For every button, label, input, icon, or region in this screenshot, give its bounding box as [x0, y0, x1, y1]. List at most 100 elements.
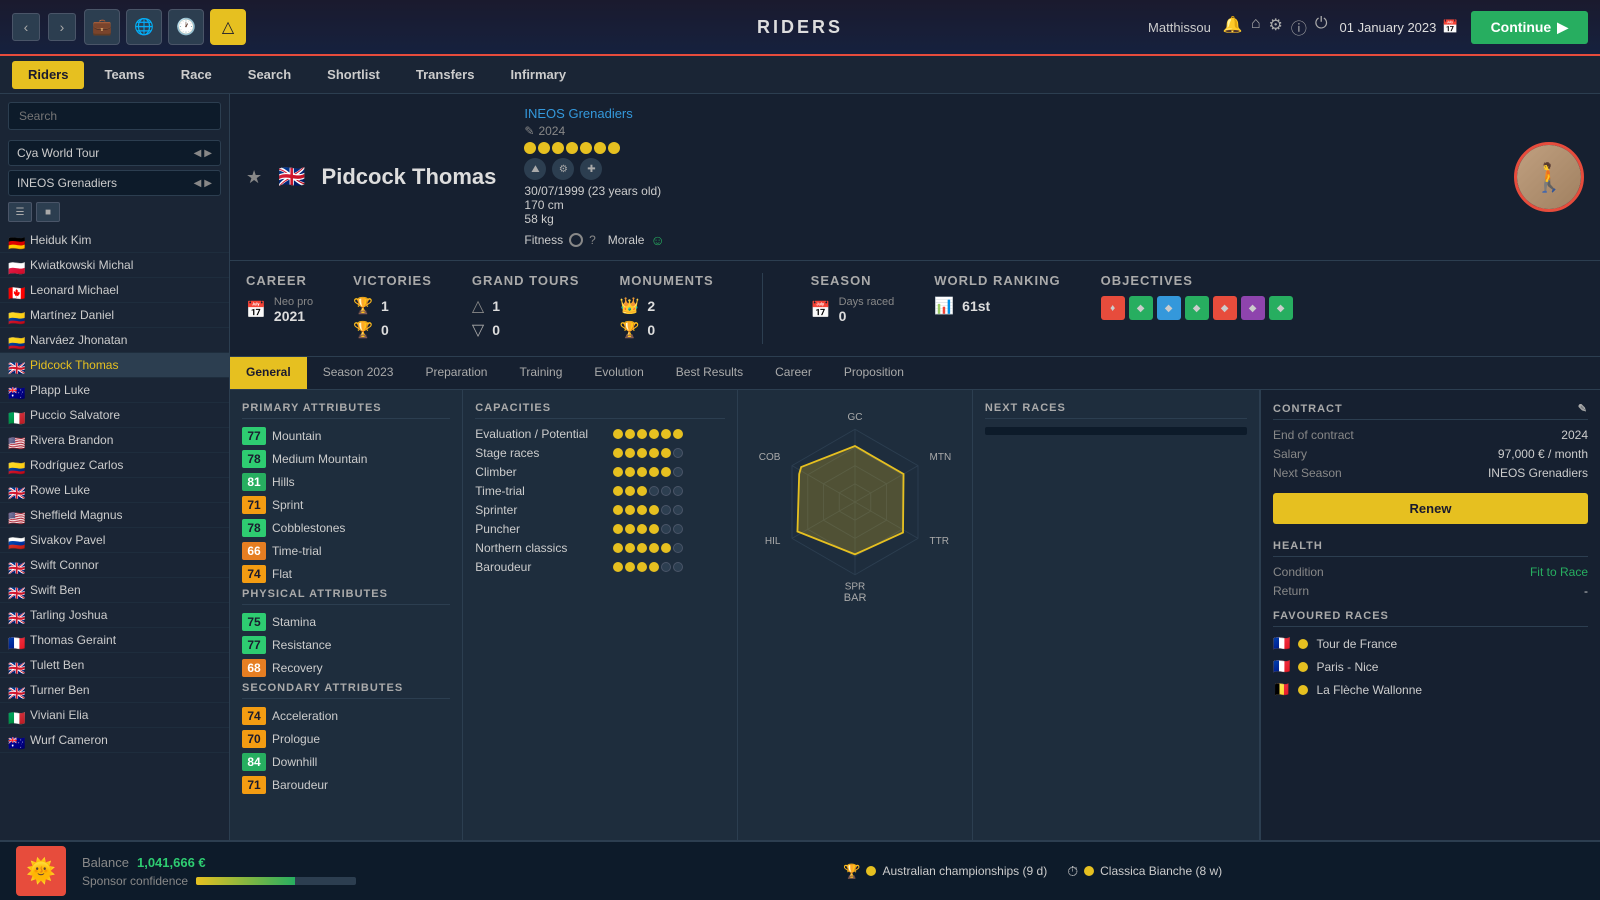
search-input[interactable] — [8, 102, 221, 130]
list-item[interactable]: 🇺🇸Sheffield Magnus — [0, 503, 229, 528]
rider-flag-icon: 🇨🇴 — [8, 460, 24, 471]
return-row: Return - — [1273, 584, 1588, 598]
gear-icon[interactable]: ⚙ — [1269, 15, 1283, 39]
content-tab-general[interactable]: General — [230, 357, 307, 389]
cyclist-icon[interactable]: △ — [210, 9, 246, 45]
attr-value: 74 — [242, 565, 266, 583]
attr-name: Cobblestones — [272, 521, 450, 535]
content-tab-season2023[interactable]: Season 2023 — [307, 357, 410, 389]
list-view-toggle[interactable]: ☰ — [8, 202, 32, 222]
nav-forward[interactable]: › — [48, 13, 76, 41]
calendar-icon[interactable]: 📅 — [1442, 19, 1458, 35]
capacity-dot — [625, 562, 635, 572]
rider-name: Turner Ben — [30, 683, 221, 697]
attr-row: 71Baroudeur — [242, 776, 450, 794]
list-item[interactable]: 🇬🇧Tulett Ben — [0, 653, 229, 678]
capacity-dot — [673, 505, 683, 515]
list-item[interactable]: 🇬🇧Swift Connor — [0, 553, 229, 578]
list-item[interactable]: 🇺🇸Rivera Brandon — [0, 428, 229, 453]
list-item[interactable]: 🇨🇴Martínez Daniel — [0, 303, 229, 328]
nav-back[interactable]: ‹ — [12, 13, 40, 41]
arrow-right-2-icon: ▶ — [204, 178, 212, 189]
trophy-2nd-icon: 🏆 — [353, 320, 373, 340]
race-name[interactable]: Tour de France — [1316, 637, 1397, 651]
clock-icon[interactable]: 🕐 — [168, 9, 204, 45]
attr-value: 70 — [242, 730, 266, 748]
globe-icon[interactable]: 🌐 — [126, 9, 162, 45]
tab-race[interactable]: Race — [165, 61, 228, 89]
list-item[interactable]: 🇬🇧Pidcock Thomas — [0, 353, 229, 378]
attr-row: 74Acceleration — [242, 707, 450, 725]
list-item[interactable]: 🇫🇷Thomas Geraint — [0, 628, 229, 653]
cap-name: Northern classics — [475, 541, 605, 555]
list-item[interactable]: 🇬🇧 Turner Ben — [0, 678, 229, 703]
attr-name: Time-trial — [272, 544, 450, 558]
list-item[interactable]: 🇨🇴Rodríguez Carlos — [0, 453, 229, 478]
cap-name: Time-trial — [475, 484, 605, 498]
attr-value: 66 — [242, 542, 266, 560]
tab-riders[interactable]: Riders — [12, 61, 84, 89]
rider-team-link[interactable]: INEOS Grenadiers — [524, 106, 632, 121]
page-title: RIDERS — [757, 17, 843, 38]
contract-edit-icon[interactable]: ✎ — [1578, 402, 1588, 415]
victories-1st: 1 — [381, 298, 389, 314]
list-item[interactable]: 🇨🇦Leonard Michael — [0, 278, 229, 303]
favorite-star-icon[interactable]: ★ — [246, 167, 262, 188]
bell-icon[interactable]: 🔔 — [1223, 15, 1243, 39]
rider-name: Puccio Salvatore — [30, 408, 221, 422]
list-item[interactable]: 🇷🇺Sivakov Pavel — [0, 528, 229, 553]
tab-search[interactable]: Search — [232, 61, 307, 89]
race-name[interactable]: Paris - Nice — [1316, 660, 1378, 674]
attr-row: 81Hills — [242, 473, 450, 491]
content-tab-preparation[interactable]: Preparation — [409, 357, 503, 389]
renew-button[interactable]: Renew — [1273, 493, 1588, 524]
content-tab-best_results[interactable]: Best Results — [660, 357, 759, 389]
attr-row: 84Downhill — [242, 753, 450, 771]
capacity-dot — [673, 467, 683, 477]
tab-transfers[interactable]: Transfers — [400, 61, 491, 89]
attr-row: 77Resistance — [242, 636, 450, 654]
tab-infirmary[interactable]: Infirmary — [494, 61, 582, 89]
cap-name: Stage races — [475, 446, 605, 460]
content-tab-career[interactable]: Career — [759, 357, 828, 389]
capacity-dot — [661, 429, 671, 439]
list-item[interactable]: 🇦🇺Plapp Luke — [0, 378, 229, 403]
attr-name: Resistance — [272, 638, 450, 652]
content-tab-proposition[interactable]: Proposition — [828, 357, 920, 389]
victories-2nd: 0 — [381, 322, 389, 338]
rider-flag-icon: 🇨🇦 — [8, 285, 24, 296]
race-dot — [1298, 685, 1308, 695]
rider-name: Thomas Geraint — [30, 633, 221, 647]
team-selector-2[interactable]: INEOS Grenadiers ◀ ▶ — [8, 170, 221, 196]
content-tab-evolution[interactable]: Evolution — [578, 357, 659, 389]
list-item[interactable]: 🇵🇱Kwiatkowski Michal — [0, 253, 229, 278]
capacity-dot — [649, 486, 659, 496]
list-item[interactable]: 🇩🇪Heiduk Kim — [0, 228, 229, 253]
info-icon[interactable]: ⓘ — [1291, 15, 1307, 39]
content-tab-training[interactable]: Training — [503, 357, 578, 389]
list-item[interactable]: 🇬🇧Tarling Joshua — [0, 603, 229, 628]
list-item[interactable]: 🇮🇹Viviani Elia — [0, 703, 229, 728]
briefcase-icon[interactable]: 💼 — [84, 9, 120, 45]
svg-text:COB: COB — [759, 452, 781, 463]
power-icon[interactable]: ⏻ — [1315, 15, 1328, 39]
capacity-dot — [637, 524, 647, 534]
rider-flag-icon: 🇬🇧 — [8, 685, 24, 696]
tab-shortlist[interactable]: Shortlist — [311, 61, 396, 89]
list-item[interactable]: 🇬🇧Swift Ben — [0, 578, 229, 603]
race-name[interactable]: La Flèche Wallonne — [1316, 683, 1422, 697]
tab-teams[interactable]: Teams — [88, 61, 160, 89]
team-selector-1[interactable]: Cya World Tour ◀ ▶ — [8, 140, 221, 166]
rider-flag-icon: 🇬🇧 — [8, 360, 24, 371]
list-item[interactable]: 🇨🇴Narváez Jhonatan — [0, 328, 229, 353]
list-item[interactable]: 🇮🇹Puccio Salvatore — [0, 403, 229, 428]
monuments-1st: 2 — [647, 298, 655, 314]
team-2-name: INEOS Grenadiers — [17, 176, 117, 190]
continue-button[interactable]: Continue ▶ — [1471, 11, 1588, 44]
grid-view-toggle[interactable]: ■ — [36, 202, 60, 222]
main-layout: Cya World Tour ◀ ▶ INEOS Grenadiers ◀ ▶ … — [0, 94, 1600, 840]
capacity-row: Stage races — [475, 446, 725, 460]
list-item[interactable]: 🇦🇺Wurf Cameron — [0, 728, 229, 753]
list-item[interactable]: 🇬🇧Rowe Luke — [0, 478, 229, 503]
home-icon[interactable]: ⌂ — [1251, 15, 1261, 39]
